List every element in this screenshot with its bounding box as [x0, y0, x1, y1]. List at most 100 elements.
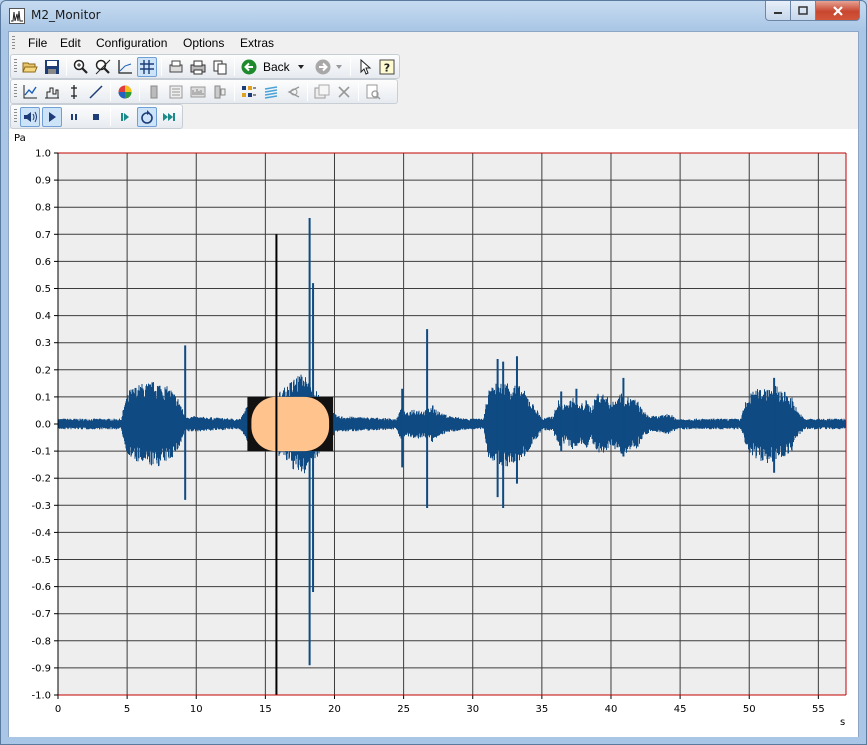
skip-end-button[interactable]: [159, 107, 179, 127]
spectrum-icon: [190, 86, 206, 98]
play-icon: [49, 112, 56, 122]
caption-buttons: [765, 1, 860, 21]
menu-options[interactable]: Options: [183, 36, 224, 50]
back-dropdown[interactable]: [295, 57, 307, 77]
step-forward-button[interactable]: [115, 107, 135, 127]
axis-scale-button[interactable]: [115, 57, 135, 77]
split-button[interactable]: [210, 82, 230, 102]
toolbar-grip[interactable]: [14, 109, 17, 123]
pointer-button[interactable]: [355, 57, 375, 77]
main-window: M2_Monitor File Edit Configuration Optio…: [0, 0, 867, 745]
menu-grip[interactable]: [12, 36, 15, 50]
open-button[interactable]: [20, 57, 40, 77]
line-graph-button[interactable]: [20, 82, 40, 102]
y-tick-label: -0.8: [31, 636, 51, 647]
toolbar-grip[interactable]: [14, 59, 17, 73]
zoom-reset-button[interactable]: [93, 57, 113, 77]
x-tick-label: 10: [190, 704, 203, 715]
page-settings-button[interactable]: [363, 82, 383, 102]
menu-configuration[interactable]: Configuration: [96, 36, 167, 50]
pointer-icon: [360, 59, 372, 75]
print-preview-button[interactable]: [166, 57, 186, 77]
x-axis-label: s: [840, 717, 845, 728]
forward-arrow-icon: [315, 59, 331, 75]
chevron-down-icon: [336, 65, 342, 69]
grid-button[interactable]: [137, 57, 157, 77]
layers-button[interactable]: [261, 82, 281, 102]
save-button[interactable]: [42, 57, 62, 77]
stop-button[interactable]: [86, 107, 106, 127]
forward-button[interactable]: [313, 57, 333, 77]
toolbar-separator: [110, 83, 111, 101]
maximize-button[interactable]: [791, 1, 816, 21]
print-preview-icon: [169, 60, 183, 73]
toolbar-separator: [358, 83, 359, 101]
copy-plot-button[interactable]: [312, 82, 332, 102]
help-button[interactable]: ?: [377, 57, 397, 77]
back-label[interactable]: Back: [263, 60, 290, 74]
open-folder-icon: [22, 62, 38, 73]
y-axis-label: Pa: [14, 133, 26, 144]
spectrum-button[interactable]: [188, 82, 208, 102]
title-bar[interactable]: M2_Monitor: [1, 1, 866, 31]
minimize-button[interactable]: [765, 1, 791, 21]
y-tick-label: -1.0: [31, 691, 51, 702]
y-tick-label: -0.7: [31, 609, 51, 620]
x-tick-label: 25: [397, 704, 410, 715]
pause-icon: [71, 114, 77, 120]
menu-file[interactable]: File: [28, 36, 47, 50]
play-button[interactable]: [42, 107, 62, 127]
toolbar-separator: [66, 58, 67, 76]
histogram-icon: [45, 87, 59, 99]
toolbar-view: [10, 79, 398, 104]
toolbar-separator: [234, 58, 235, 76]
loop-button[interactable]: [137, 107, 157, 127]
stop-icon: [93, 114, 99, 120]
print-button[interactable]: [188, 57, 208, 77]
multi-plot-button[interactable]: [239, 82, 259, 102]
toolbar-separator: [110, 108, 111, 126]
y-tick-label: 0.6: [35, 257, 51, 268]
diagonal-line-button[interactable]: [86, 82, 106, 102]
delete-icon: [338, 86, 350, 98]
channel-button[interactable]: [144, 82, 164, 102]
app-waveform-icon: [9, 8, 25, 24]
y-tick-label: 0.9: [35, 176, 51, 187]
menu-edit[interactable]: Edit: [60, 36, 81, 50]
waveform-chart[interactable]: 0 5 10 15 20 25 30 35 40 45 50 55 1.0 0.9 0.8 0.7 0.6 0.5…: [9, 129, 858, 737]
y-tick-label: 0.3: [35, 338, 51, 349]
y-tick-label: 0.8: [35, 203, 51, 214]
forward-dropdown[interactable]: [333, 57, 345, 77]
histogram-button[interactable]: [42, 82, 62, 102]
toolbar-grip[interactable]: [14, 84, 17, 98]
back-button[interactable]: [239, 57, 259, 77]
chart-area[interactable]: 0 5 10 15 20 25 30 35 40 45 50 55 1.0 0.9 0.8 0.7 0.6 0.5…: [9, 129, 858, 737]
maximize-icon: [798, 5, 808, 15]
x-tick-label: 20: [328, 704, 341, 715]
close-button[interactable]: [816, 1, 860, 21]
y-tick-label: 0.1: [35, 392, 51, 403]
zoom-reset-icon: [95, 59, 111, 75]
svg-text:?: ?: [384, 62, 390, 75]
print-icon: [190, 60, 206, 75]
x-tick-label: 50: [743, 704, 756, 715]
x-tick-label: 15: [259, 704, 272, 715]
menu-extras[interactable]: Extras: [240, 36, 274, 50]
color-button[interactable]: [115, 82, 135, 102]
pause-button[interactable]: [64, 107, 84, 127]
zoom-in-button[interactable]: [71, 57, 91, 77]
toolbar-separator: [139, 83, 140, 101]
color-wheel-icon: [118, 85, 132, 99]
cursor-button[interactable]: [64, 82, 84, 102]
copy-button[interactable]: [210, 57, 230, 77]
fft-button[interactable]: [283, 82, 303, 102]
page-settings-icon: [366, 84, 381, 100]
y-tick-label: 0.4: [35, 311, 51, 322]
toolbar-separator: [307, 83, 308, 101]
delete-button[interactable]: [334, 82, 354, 102]
help-icon: ?: [379, 59, 395, 75]
list-button[interactable]: [166, 82, 186, 102]
speaker-button[interactable]: [20, 107, 40, 127]
y-tick-label: 0.5: [35, 284, 51, 295]
y-tick-label: 1.0: [35, 149, 51, 160]
